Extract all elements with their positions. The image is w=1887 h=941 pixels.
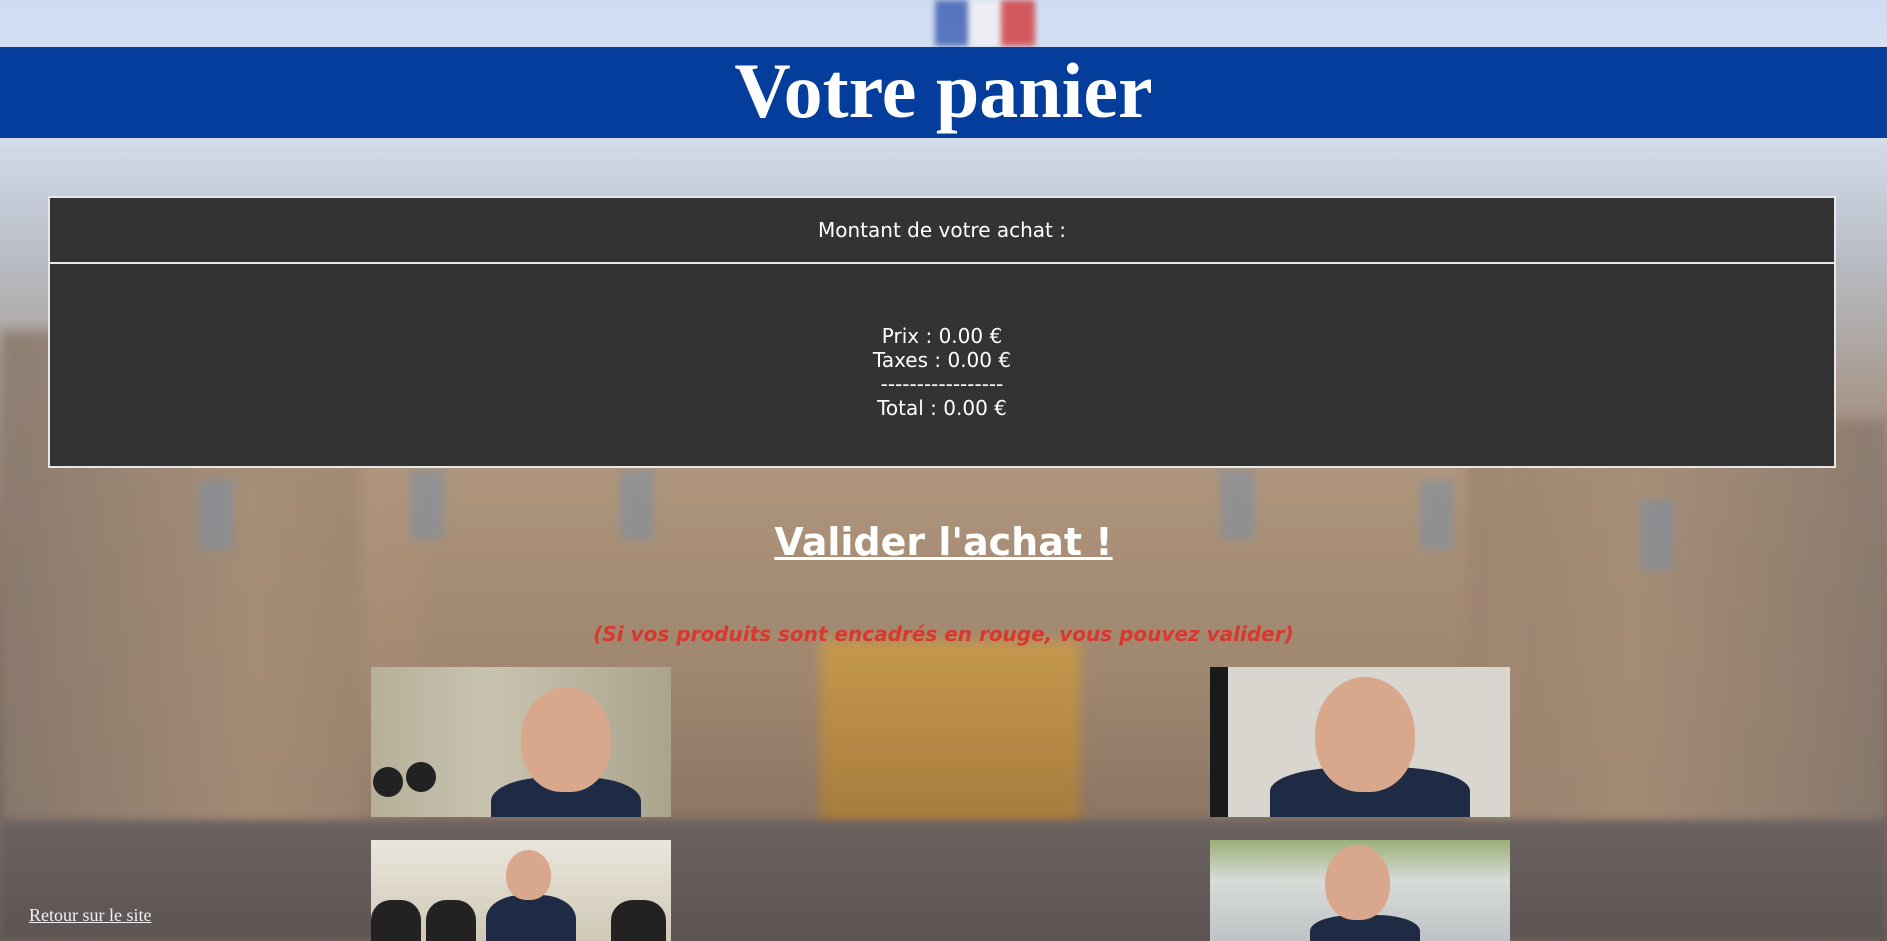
product-photo	[371, 840, 671, 941]
product-image-4[interactable]	[1210, 840, 1510, 941]
purchase-summary-body: Prix : 0.00 € Taxes : 0.00 € -----------…	[50, 264, 1834, 420]
person-suit	[426, 900, 476, 941]
person-suit	[486, 895, 576, 941]
person-face	[521, 687, 611, 792]
summary-separator: -----------------	[880, 372, 1004, 396]
product-image-3[interactable]	[371, 840, 671, 941]
product-photo	[371, 667, 671, 817]
total-line: Total : 0.00 €	[877, 396, 1007, 420]
purchase-summary-box: Montant de votre achat : Prix : 0.00 € T…	[48, 196, 1836, 468]
product-image-1[interactable]	[371, 667, 671, 817]
person-face	[1315, 677, 1415, 792]
price-line: Prix : 0.00 €	[881, 324, 1003, 348]
person-suit	[371, 900, 421, 941]
background-courtyard	[0, 820, 1887, 941]
product-image-2[interactable]	[1210, 667, 1510, 817]
taxes-line: Taxes : 0.00 €	[872, 348, 1012, 372]
validation-hint: (Si vos produits sont encadrés en rouge,…	[593, 622, 1294, 646]
product-photo	[1210, 667, 1510, 817]
purchase-summary-heading: Montant de votre achat :	[50, 198, 1834, 264]
person-face	[1325, 845, 1390, 920]
background-flag	[935, 0, 1035, 46]
background-entrance	[820, 640, 1080, 840]
page-title: Votre panier	[734, 47, 1153, 134]
person-suit	[611, 900, 666, 941]
page-header: Votre panier	[0, 47, 1887, 138]
back-to-site-link[interactable]: Retour sur le site	[29, 905, 151, 926]
product-photo	[1210, 840, 1510, 941]
person-face	[506, 850, 551, 900]
background-image	[0, 0, 1887, 941]
validate-purchase-link[interactable]: Valider l'achat !	[0, 520, 1887, 564]
microphone	[406, 762, 436, 792]
microphone	[373, 767, 403, 797]
